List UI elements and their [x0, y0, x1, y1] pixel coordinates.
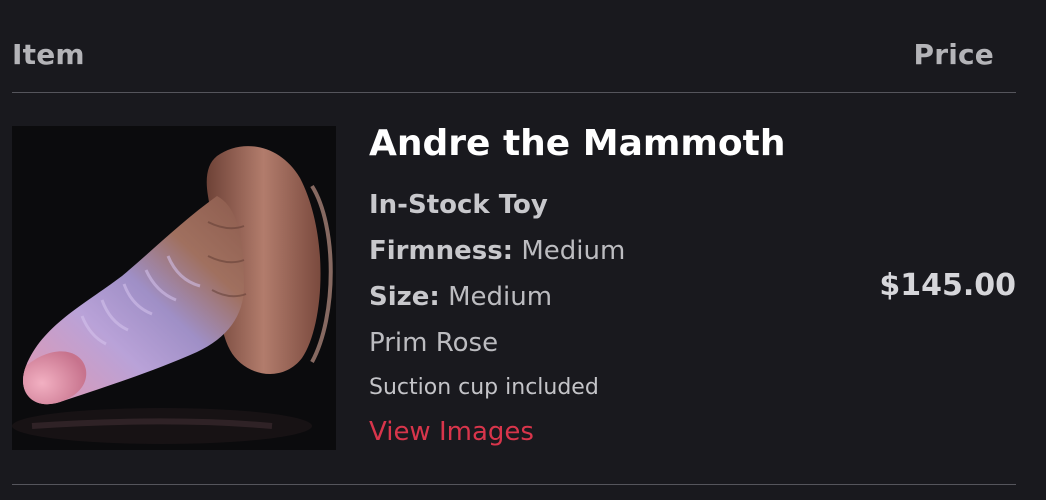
item-column-header: Item	[12, 37, 85, 71]
cart-table-header: Item Price	[12, 36, 994, 72]
firmness-row: Firmness: Medium	[369, 228, 849, 274]
accessory-note: Suction cup included	[369, 375, 599, 400]
header-divider	[12, 92, 1016, 93]
size-row: Size: Medium	[369, 274, 849, 320]
product-image-graphic	[12, 126, 336, 450]
product-title[interactable]: Andre the Mammoth	[369, 120, 849, 168]
firmness-value: Medium	[521, 236, 626, 266]
product-image[interactable]	[12, 126, 336, 450]
stock-status: In-Stock Toy	[369, 190, 548, 220]
product-details: Andre the Mammoth In-Stock Toy Firmness:…	[369, 120, 849, 454]
price-column-header: Price	[913, 37, 994, 71]
item-price: $145.00	[879, 268, 1016, 303]
size-value: Medium	[448, 282, 553, 312]
cart-table: Item Price Andre the Mammoth In-Stock To…	[0, 0, 1046, 500]
colorway: Prim Rose	[369, 328, 499, 358]
firmness-label: Firmness:	[369, 236, 514, 266]
size-label: Size:	[369, 282, 440, 312]
view-images-link[interactable]: View Images	[369, 417, 534, 447]
row-divider	[12, 484, 1016, 485]
